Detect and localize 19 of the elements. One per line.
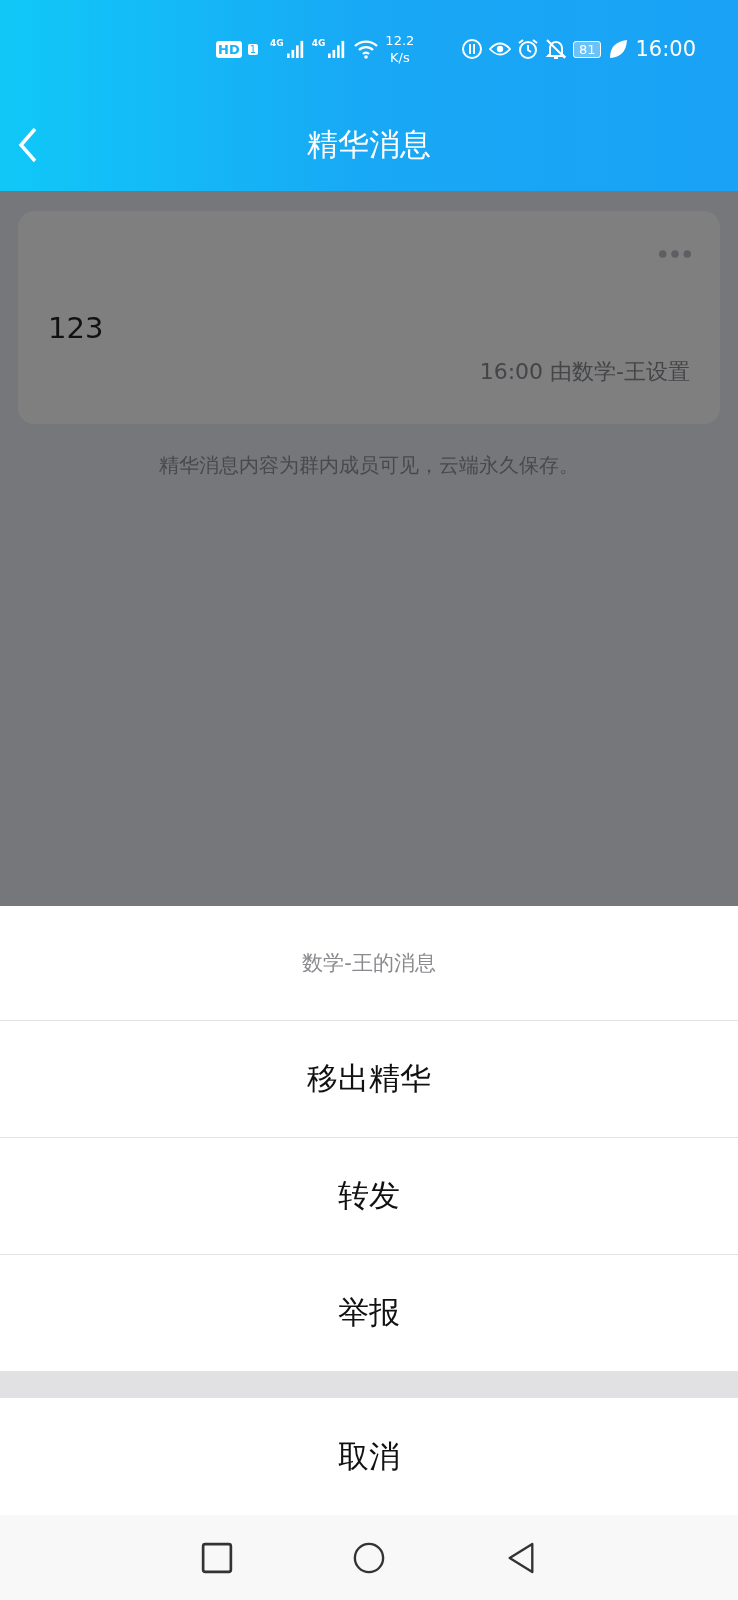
network-label: 4G [311, 38, 326, 48]
bell-off-icon [544, 38, 567, 60]
wifi-icon [353, 39, 380, 59]
message-text: 123 [48, 311, 105, 345]
speed-unit: K/s [390, 49, 410, 66]
signal-icon [285, 40, 306, 58]
page-title: 精华消息 [307, 124, 431, 164]
sim-badge: 1 [247, 43, 259, 55]
speed-value: 12.2 [385, 32, 415, 49]
message-footer: 16:00 由数学-王设置 [479, 357, 690, 387]
message-card[interactable]: 123 16:00 由数学-王设置 [18, 211, 720, 424]
battery-indicator: 81 [572, 40, 602, 58]
hd-badge: HD [216, 40, 242, 58]
square-icon[interactable] [201, 1541, 233, 1574]
leaf-icon [607, 38, 630, 60]
alarm-icon [516, 38, 539, 60]
circle-icon[interactable] [353, 1541, 385, 1574]
network-label: 4G [270, 38, 284, 48]
clock-time: 16:00 [635, 37, 696, 61]
